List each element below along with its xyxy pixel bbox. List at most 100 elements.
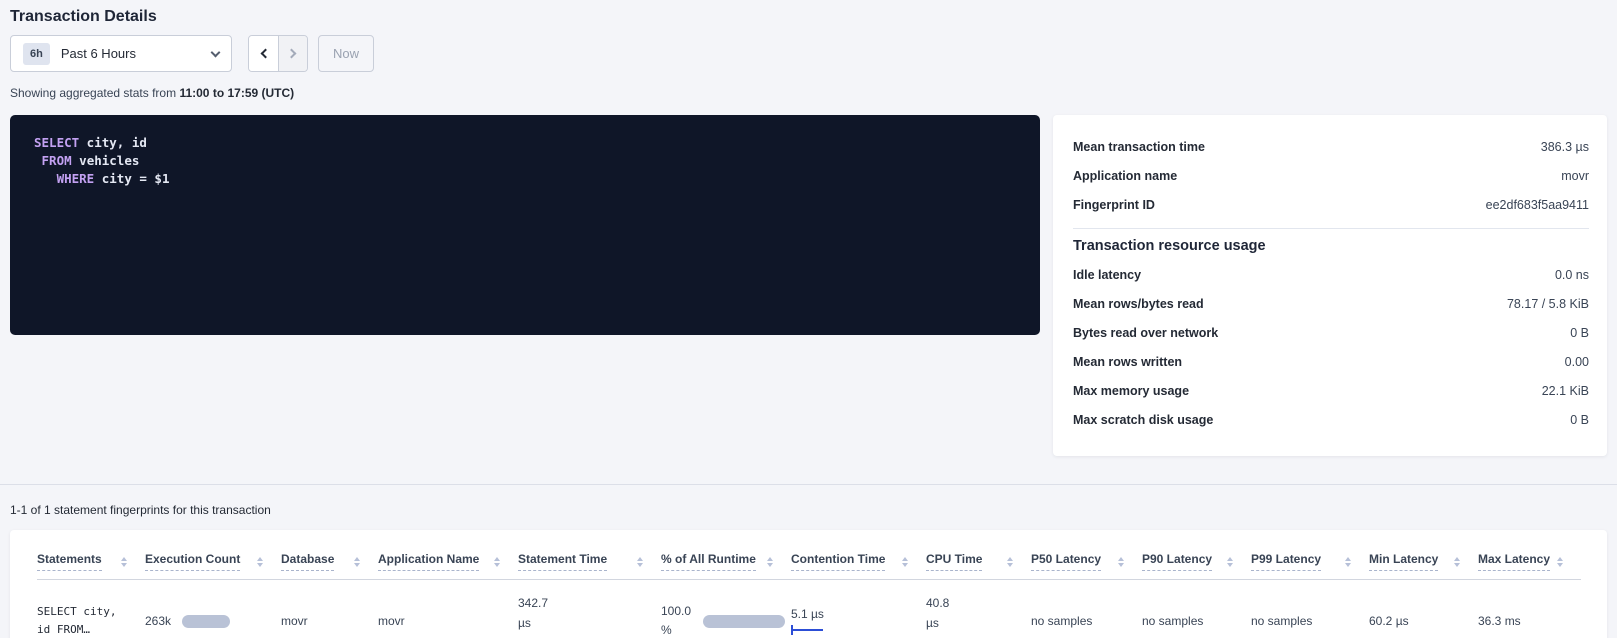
sql-line: WHERE city = $1 xyxy=(34,170,1016,188)
statements-table-card: Statements Execution Count Database Appl… xyxy=(10,530,1607,638)
column-header-contention-time[interactable]: Contention Time xyxy=(791,542,926,580)
column-header-p50-latency[interactable]: P50 Latency xyxy=(1031,542,1142,580)
summary-row-value: 0 B xyxy=(1570,413,1589,427)
now-button[interactable]: Now xyxy=(318,35,374,72)
cell-p90-latency: no samples xyxy=(1142,580,1251,638)
sql-line: SELECT city, id xyxy=(34,134,1016,152)
summary-row: Fingerprint ID ee2df683f5aa9411 xyxy=(1073,190,1589,219)
column-header-cpu-time[interactable]: CPU Time xyxy=(926,542,1031,580)
time-range-label: Past 6 Hours xyxy=(61,46,212,61)
chevron-right-icon xyxy=(287,49,297,59)
sort-icon xyxy=(1227,557,1233,567)
summary-row: Bytes read over network 0 B xyxy=(1073,318,1589,347)
column-header-p99-latency[interactable]: P99 Latency xyxy=(1251,542,1369,580)
summary-divider xyxy=(1073,228,1589,229)
page-title: Transaction Details xyxy=(10,8,1607,26)
summary-row-value: movr xyxy=(1561,169,1589,183)
execution-count-value: 263k xyxy=(145,614,171,628)
cell-statement-time: 342.7µs xyxy=(518,580,661,638)
summary-row-value: 0.0 ns xyxy=(1555,268,1589,282)
sort-icon xyxy=(354,557,360,567)
summary-row: Mean rows/bytes read 78.17 / 5.8 KiB xyxy=(1073,289,1589,318)
transaction-summary-card: Mean transaction time 386.3 µs Applicati… xyxy=(1053,115,1607,456)
cell-database: movr xyxy=(281,580,378,638)
sort-icon xyxy=(1345,557,1351,567)
column-header-database[interactable]: Database xyxy=(281,542,378,580)
sql-keyword: SELECT xyxy=(34,135,79,150)
summary-row-label: Max scratch disk usage xyxy=(1073,413,1213,427)
sort-icon xyxy=(1454,557,1460,567)
summary-row-label: Mean rows written xyxy=(1073,355,1182,369)
chevron-down-icon xyxy=(211,47,221,57)
cell-statement: SELECT city,id FROM… xyxy=(37,580,145,638)
table-row: SELECT city,id FROM… 263k movr movr 342.… xyxy=(37,580,1581,638)
summary-row-label: Application name xyxy=(1073,169,1177,183)
summary-row-label: Mean rows/bytes read xyxy=(1073,297,1204,311)
summary-row-value: ee2df683f5aa9411 xyxy=(1486,198,1589,212)
summary-row-label: Max memory usage xyxy=(1073,384,1189,398)
cell-runtime-pct: 100.0% xyxy=(661,580,791,638)
sort-icon xyxy=(121,557,127,567)
cell-contention-time: 5.1 µs xyxy=(791,580,926,638)
sort-icon xyxy=(1118,557,1124,567)
column-header-p90-latency[interactable]: P90 Latency xyxy=(1142,542,1251,580)
summary-row-label: Mean transaction time xyxy=(1073,140,1205,154)
stats-line-range: 11:00 to 17:59 (UTC) xyxy=(179,86,294,100)
main-content: SELECT city, id FROM vehicles WHERE city… xyxy=(10,115,1607,456)
sort-icon xyxy=(257,557,263,567)
cell-cpu-time: 40.8µs xyxy=(926,580,1031,638)
summary-row: Application name movr xyxy=(1073,161,1589,190)
column-header-statement-time[interactable]: Statement Time xyxy=(518,542,661,580)
time-range-badge: 6h xyxy=(23,43,50,65)
sort-icon xyxy=(1007,557,1013,567)
sort-icon xyxy=(767,557,773,567)
time-range-picker[interactable]: 6h Past 6 Hours xyxy=(10,35,232,72)
cell-p50-latency: no samples xyxy=(1031,580,1142,638)
sql-statement-box: SELECT city, id FROM vehicles WHERE city… xyxy=(10,115,1040,335)
sort-icon xyxy=(494,557,500,567)
cell-p99-latency: no samples xyxy=(1251,580,1369,638)
prev-time-button[interactable] xyxy=(249,36,278,71)
statement-link[interactable]: SELECT city,id FROM… xyxy=(37,603,139,638)
runtime-bar xyxy=(703,615,785,628)
sql-keyword: WHERE xyxy=(57,171,95,186)
sort-icon xyxy=(1557,557,1563,567)
time-nav-group xyxy=(248,35,308,72)
summary-row-label: Bytes read over network xyxy=(1073,326,1218,340)
fingerprints-caption: 1-1 of 1 statement fingerprints for this… xyxy=(10,503,1607,517)
summary-row-value: 78.17 / 5.8 KiB xyxy=(1507,297,1589,311)
cell-application-name: movr xyxy=(378,580,518,638)
chevron-left-icon xyxy=(260,49,270,59)
resource-usage-title: Transaction resource usage xyxy=(1073,238,1589,254)
execution-count-bar xyxy=(182,615,230,628)
sort-icon xyxy=(637,557,643,567)
cell-min-latency: 60.2 µs xyxy=(1369,580,1478,638)
summary-row: Mean rows written 0.00 xyxy=(1073,347,1589,376)
summary-row-label: Fingerprint ID xyxy=(1073,198,1155,212)
sql-line: FROM vehicles xyxy=(34,152,1016,170)
summary-row: Max memory usage 22.1 KiB xyxy=(1073,376,1589,405)
cell-max-latency: 36.3 ms xyxy=(1478,580,1581,638)
summary-row: Idle latency 0.0 ns xyxy=(1073,260,1589,289)
summary-row-value: 22.1 KiB xyxy=(1542,384,1589,398)
summary-row-value: 386.3 µs xyxy=(1541,140,1589,154)
cell-execution-count: 263k xyxy=(145,580,281,638)
transaction-details-page: Transaction Details 6h Past 6 Hours Now … xyxy=(0,0,1617,638)
statements-table: Statements Execution Count Database Appl… xyxy=(37,542,1581,638)
column-header-min-latency[interactable]: Min Latency xyxy=(1369,542,1478,580)
summary-row: Mean transaction time 386.3 µs xyxy=(1073,132,1589,161)
table-header-row: Statements Execution Count Database Appl… xyxy=(37,542,1581,580)
sql-keyword: FROM xyxy=(42,153,72,168)
column-header-max-latency[interactable]: Max Latency xyxy=(1478,542,1581,580)
column-header-statements[interactable]: Statements xyxy=(37,542,145,580)
summary-row: Max scratch disk usage 0 B xyxy=(1073,405,1589,434)
section-divider xyxy=(0,484,1617,485)
summary-row-value: 0 B xyxy=(1570,326,1589,340)
time-controls: 6h Past 6 Hours Now xyxy=(10,35,1607,72)
summary-row-value: 0.00 xyxy=(1565,355,1589,369)
column-header-runtime-pct[interactable]: % of All Runtime xyxy=(661,542,791,580)
column-header-execution-count[interactable]: Execution Count xyxy=(145,542,281,580)
column-header-application-name[interactable]: Application Name xyxy=(378,542,518,580)
next-time-button[interactable] xyxy=(278,36,307,71)
stats-line-prefix: Showing aggregated stats from xyxy=(10,86,176,100)
